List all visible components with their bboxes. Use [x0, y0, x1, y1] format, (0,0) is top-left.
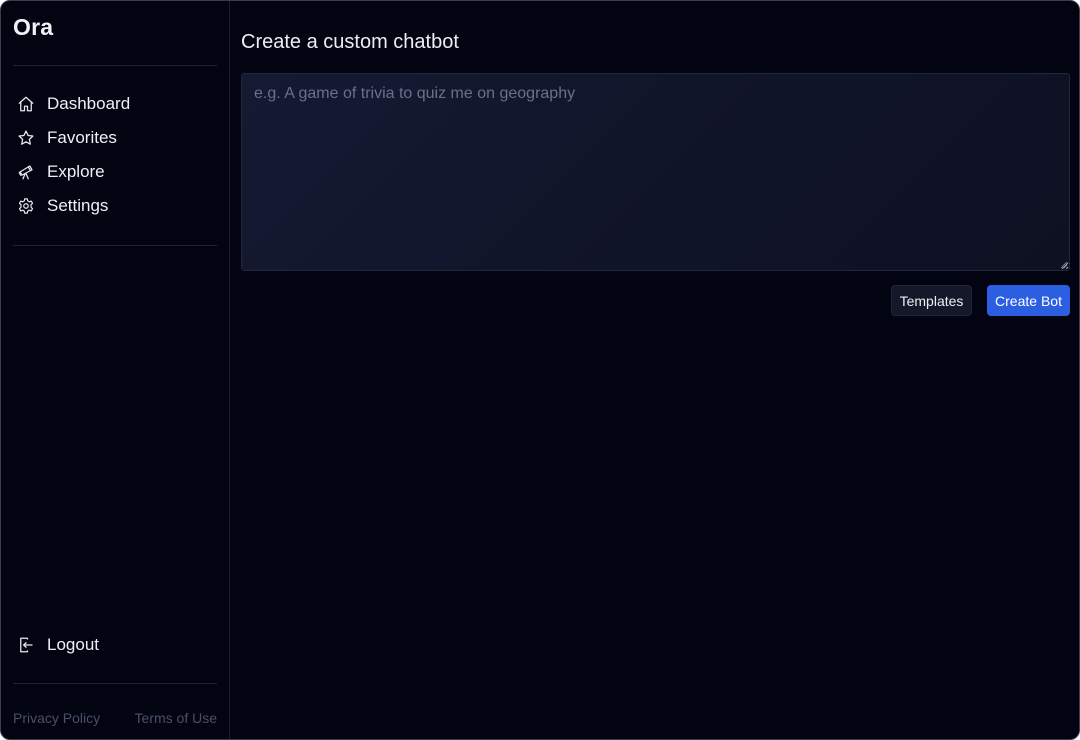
sidebar-divider-middle	[13, 245, 217, 246]
home-icon	[17, 95, 35, 113]
app-logo: Ora	[13, 14, 54, 40]
terms-of-use-link[interactable]: Terms of Use	[135, 710, 217, 726]
sidebar-divider-top	[13, 65, 217, 66]
logout-section: Logout	[13, 628, 217, 662]
create-bot-button[interactable]: Create Bot	[987, 285, 1070, 316]
sidebar-item-label: Settings	[47, 196, 109, 215]
logout-icon	[17, 636, 35, 654]
privacy-policy-link[interactable]: Privacy Policy	[13, 710, 100, 726]
telescope-icon	[17, 163, 35, 181]
main-content: Create a custom chatbot Templates Create…	[230, 1, 1079, 739]
resize-handle-icon[interactable]	[1060, 261, 1068, 269]
logout-label: Logout	[47, 635, 99, 654]
chatbot-prompt-input[interactable]	[241, 73, 1070, 271]
sidebar: Ora Dashboard Favorites Explore Settings…	[1, 1, 230, 739]
sidebar-item-explore[interactable]: Explore	[13, 155, 217, 189]
page-title: Create a custom chatbot	[241, 31, 459, 53]
sidebar-item-label: Explore	[47, 162, 105, 181]
templates-button[interactable]: Templates	[891, 285, 972, 316]
logout-button[interactable]: Logout	[13, 628, 217, 662]
star-icon	[17, 129, 35, 147]
gear-icon	[17, 197, 35, 215]
sidebar-item-label: Favorites	[47, 128, 117, 147]
sidebar-divider-bottom	[13, 683, 217, 684]
sidebar-item-dashboard[interactable]: Dashboard	[13, 87, 217, 121]
sidebar-item-settings[interactable]: Settings	[13, 189, 217, 223]
sidebar-nav: Dashboard Favorites Explore Settings	[13, 87, 217, 223]
footer-links: Privacy Policy Terms of Use	[13, 710, 217, 726]
sidebar-item-favorites[interactable]: Favorites	[13, 121, 217, 155]
app-window: Ora Dashboard Favorites Explore Settings…	[0, 0, 1080, 740]
sidebar-item-label: Dashboard	[47, 94, 131, 113]
